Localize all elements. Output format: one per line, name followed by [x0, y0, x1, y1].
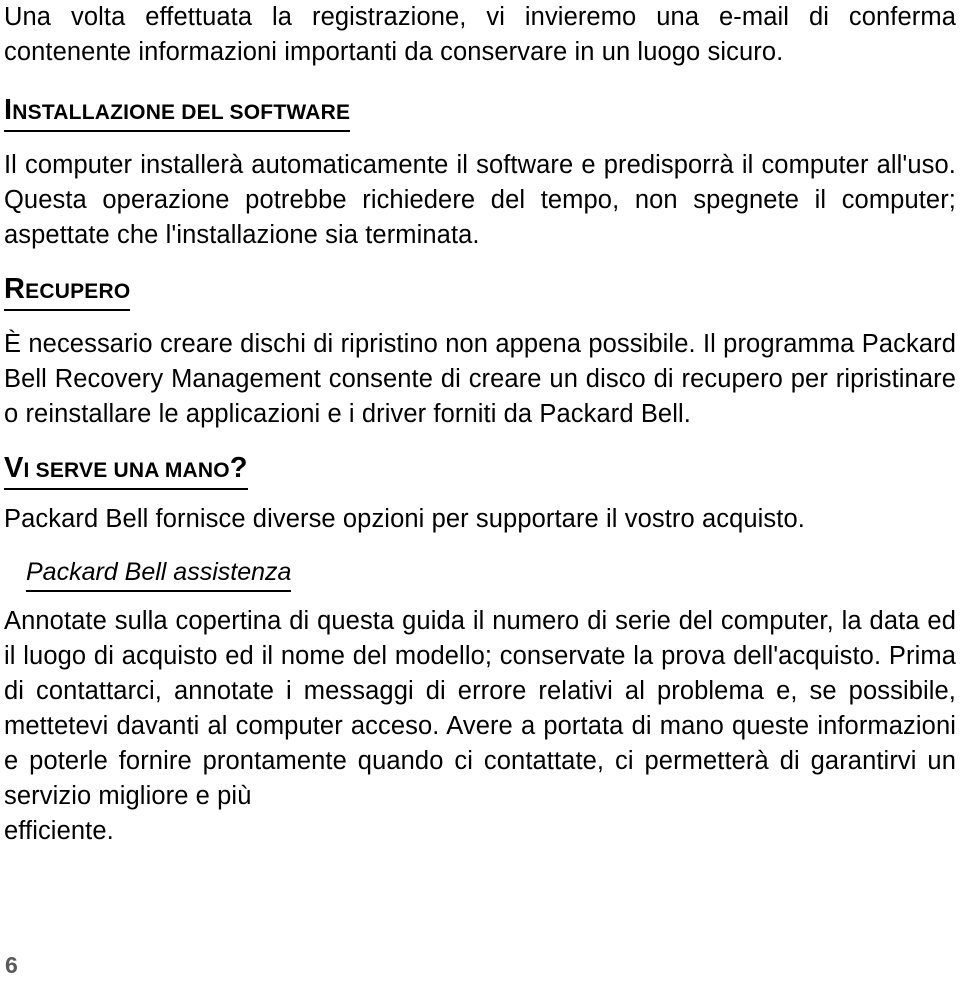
page-number: 6 [5, 952, 18, 978]
heading-rest: I SERVE UNA MANO [23, 459, 230, 482]
installazione-paragraph: Il computer installerà automaticamente i… [4, 151, 956, 249]
heading-initial: V [4, 452, 24, 484]
heading-vi-serve-una-mano-wrap: VI SERVE UNA MANO? [4, 454, 956, 490]
intro-paragraph: Una volta effettuata la registrazione, v… [4, 3, 956, 66]
heading-recupero-wrap: RECUPERO [4, 275, 956, 311]
document-page: Una volta effettuata la registrazione, v… [0, 0, 960, 989]
assistenza-paragraph: Annotate sulla copertina di questa guida… [4, 604, 956, 849]
supporto-paragraph: Packard Bell fornisce diverse opzioni pe… [4, 505, 805, 533]
heading-question-mark: ? [229, 452, 248, 484]
recupero-paragraph: È necessario creare dischi di ripristino… [4, 330, 956, 428]
heading-rest: ECUPERO [25, 280, 131, 303]
assistenza-paragraph-body: Annotate sulla copertina di questa guida… [4, 607, 956, 810]
heading-installazione-del-software: INSTALLAZIONE DEL SOFTWARE [4, 96, 351, 132]
assistenza-paragraph-lastline: efficiente. [4, 817, 114, 845]
heading-initial: R [4, 273, 26, 305]
heading-vi-serve-una-mano: VI SERVE UNA MANO? [4, 454, 248, 490]
heading-recupero: RECUPERO [4, 273, 131, 311]
page-content: Una volta effettuata la registrazione, v… [4, 0, 956, 849]
subheading-packard-bell-assistenza: Packard Bell assistenza [26, 555, 292, 592]
heading-rest: NSTALLAZIONE DEL SOFTWARE [12, 101, 351, 124]
heading-installazione-wrap: INSTALLAZIONE DEL SOFTWARE [4, 96, 956, 132]
subheading-wrap: Packard Bell assistenza [4, 555, 956, 592]
